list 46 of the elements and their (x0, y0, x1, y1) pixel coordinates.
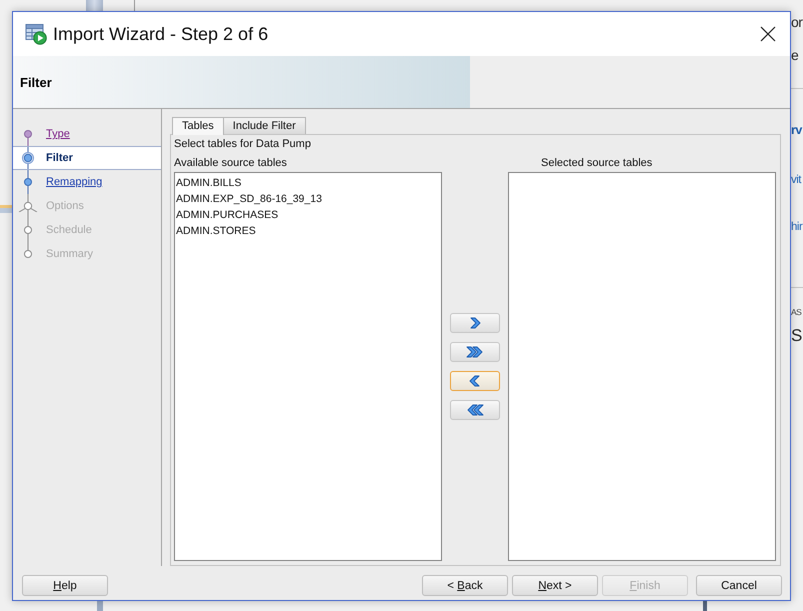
list-label: Selected source tables (540, 157, 654, 171)
backdrop-bar (0, 205, 12, 213)
background-text: hir (791, 220, 803, 235)
wizard-button[interactable]: Cancel (696, 575, 782, 596)
step-dot-icon (22, 152, 34, 164)
scrollbar-thumb (703, 601, 707, 611)
step-item[interactable]: Type (13, 122, 161, 146)
list-label: Available source tables (174, 157, 288, 171)
table-play-icon (25, 23, 47, 45)
scrollbar-thumb (97, 601, 103, 611)
wizard-button[interactable]: < Back (422, 575, 508, 596)
step-dot-icon (24, 178, 32, 186)
background-text: vit (791, 173, 802, 188)
double-chevron-right-icon (466, 346, 484, 358)
background-text: or (791, 14, 803, 30)
wizard-button[interactable]: Next > (512, 575, 598, 596)
step-item[interactable]: Remapping (13, 170, 161, 194)
move-right-button[interactable] (450, 313, 500, 333)
chevron-right-icon (469, 317, 481, 329)
background-text: AS (791, 306, 802, 318)
scrollbar-thumb (86, 0, 103, 11)
step-dot-icon (24, 226, 32, 234)
close-icon (760, 26, 776, 42)
step-dot-icon (24, 250, 32, 258)
table-list-item[interactable]: ADMIN.STORES (175, 223, 441, 239)
background-text: S (791, 326, 803, 346)
chevron-left-icon (469, 375, 481, 387)
table-list-item[interactable]: ADMIN.EXP_SD_86-16_39_13 (175, 191, 441, 207)
move-left-button[interactable] (450, 371, 500, 391)
double-chevron-left-icon (466, 404, 484, 416)
page-heading: Filter (20, 75, 52, 90)
step-dot-icon (24, 130, 32, 138)
table-list-item[interactable]: ADMIN.PURCHASES (175, 207, 441, 223)
help-button[interactable]: Help (22, 575, 108, 596)
move-all-right-button[interactable] (450, 342, 500, 362)
tab[interactable]: Include Filter (222, 117, 306, 134)
background-text: rv (791, 122, 803, 138)
background-text: e (791, 47, 800, 63)
move-all-left-button[interactable] (450, 400, 500, 420)
tab[interactable]: Tables (172, 117, 224, 135)
window-title: Import Wizard - Step 2 of 6 (53, 24, 270, 44)
available-tables-list[interactable]: ADMIN.BILLS ADMIN.EXP_SD_86-16_39_13 ADMIN.PURCHASES ADMIN.STORES (174, 172, 442, 561)
instruction-text: Select tables for Data Pump (174, 138, 312, 151)
current-step[interactable]: Filter (13, 146, 161, 170)
close-button[interactable] (760, 26, 776, 42)
table-list-item[interactable]: ADMIN.BILLS (175, 175, 441, 191)
